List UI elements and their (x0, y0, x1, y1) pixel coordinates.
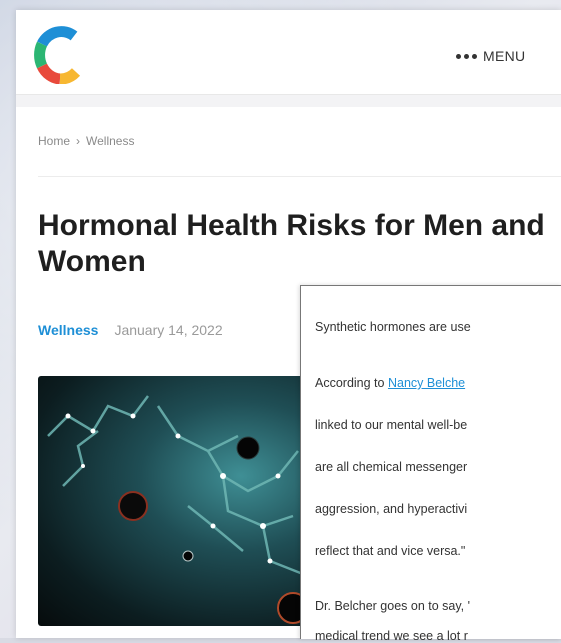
breadcrumb-home-link[interactable]: Home (38, 134, 70, 148)
breadcrumb-separator: › (76, 134, 81, 148)
overlay-panel: Synthetic hormones are use According to … (300, 285, 561, 643)
popup-line: medical trend we see a lot r (315, 629, 468, 643)
article-meta: Wellness January 14, 2022 (38, 322, 223, 338)
category-link[interactable]: Wellness (38, 322, 98, 338)
popup-line: Dr. Belcher goes on to say, ' (315, 599, 471, 613)
popup-line: aggression, and hyperactivi (315, 502, 468, 516)
header-band (16, 95, 561, 107)
article-title: Hormonal Health Risks for Men and Women (38, 209, 545, 278)
nancy-belcher-link[interactable]: Nancy Belche (388, 376, 465, 390)
site-header: MENU (16, 10, 561, 95)
publish-date: January 14, 2022 (114, 322, 223, 338)
menu-button[interactable]: MENU (456, 48, 525, 64)
popup-line: reflect that and vice versa." (315, 544, 466, 558)
popup-line-prefix: According to (315, 376, 388, 390)
popup-line: linked to our mental well-be (315, 418, 468, 432)
hero-image (38, 376, 328, 626)
popup-line: Synthetic hormones are use (315, 320, 471, 334)
popup-line: According to Nancy Belche (315, 376, 465, 390)
popup-line: are all chemical messenger (315, 460, 468, 474)
molecule-illustration (47, 395, 322, 624)
c-ring-logo-icon (34, 26, 81, 85)
breadcrumb: Home › Wellness (38, 134, 134, 148)
menu-label: MENU (483, 48, 526, 64)
breadcrumb-current-link[interactable]: Wellness (86, 134, 134, 148)
three-dots-icon (456, 53, 477, 59)
site-logo[interactable] (34, 26, 84, 85)
divider (38, 176, 561, 177)
